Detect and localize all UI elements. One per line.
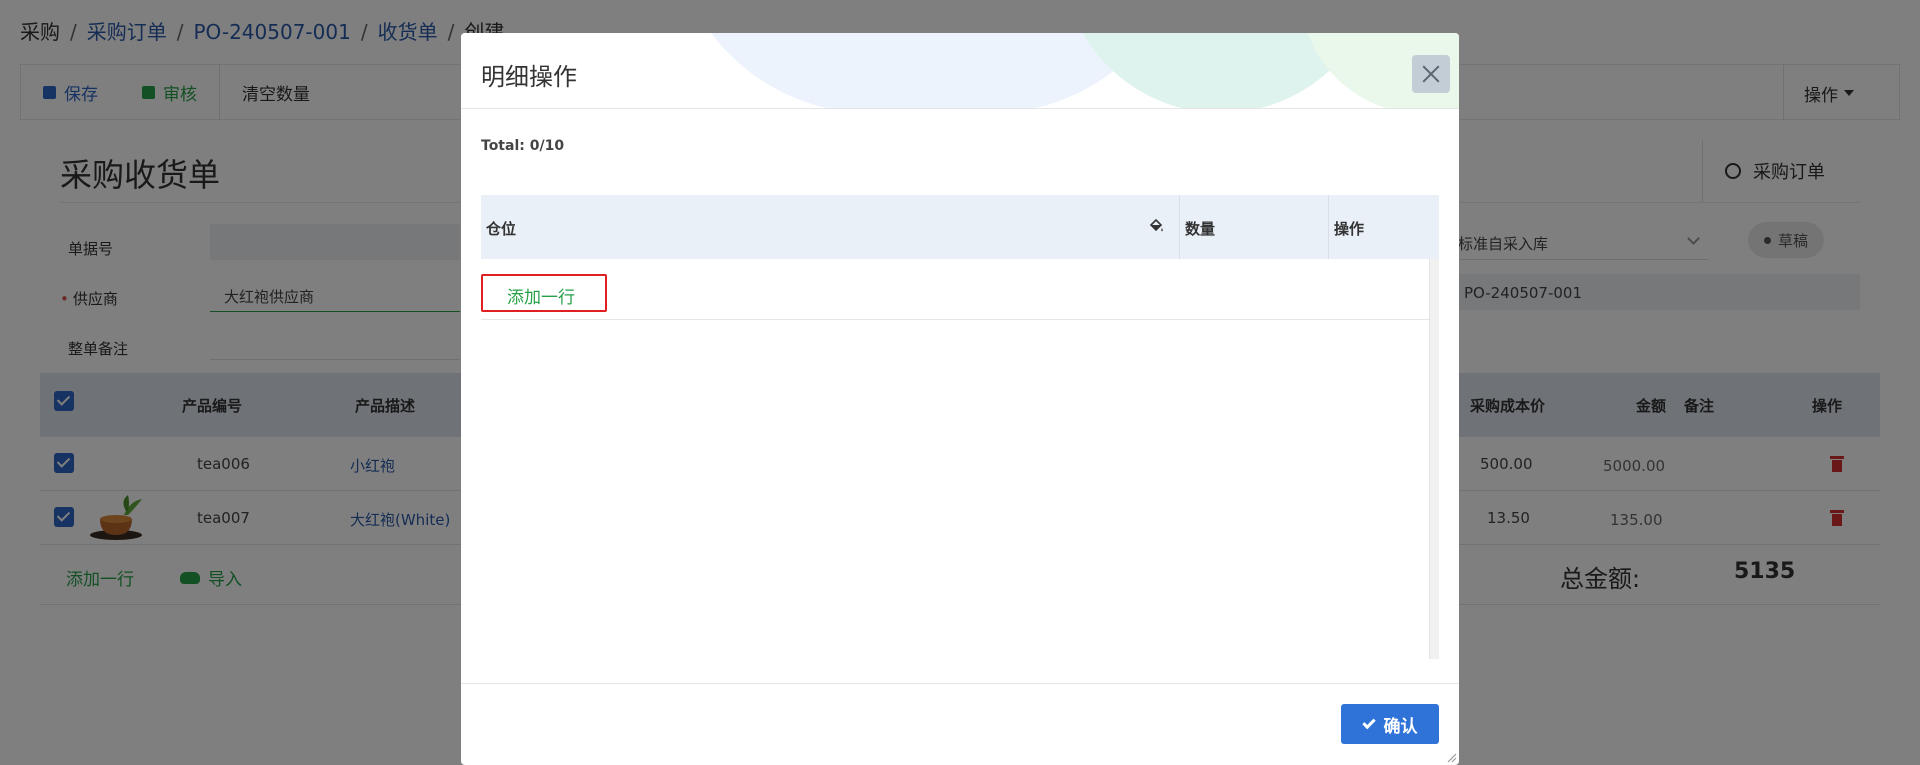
modal-footer: 确认 <box>461 683 1459 765</box>
col-action: 操作 <box>1329 195 1439 259</box>
vertical-scrollbar[interactable] <box>1429 259 1439 659</box>
paint-bucket-icon[interactable] <box>1148 218 1164 234</box>
modal-header: 明细操作 <box>461 33 1459 109</box>
total-count: Total: 0/10 <box>481 138 565 154</box>
col-location-label: 仓位 <box>486 220 517 238</box>
confirm-button[interactable]: 确认 <box>1341 704 1439 744</box>
confirm-label: 确认 <box>1383 716 1418 737</box>
check-icon <box>1361 715 1376 729</box>
resize-handle-icon[interactable] <box>1445 751 1457 763</box>
detail-operation-modal: 明细操作 Total: 0/10 仓位 数量 操作 添加一行 确认 <box>461 33 1459 765</box>
location-table: 仓位 数量 操作 添加一行 <box>481 195 1439 697</box>
modal-title: 明细操作 <box>481 63 577 91</box>
col-location[interactable]: 仓位 <box>481 195 1180 259</box>
close-icon[interactable] <box>1412 55 1450 93</box>
row-divider <box>481 319 1429 320</box>
location-table-header: 仓位 数量 操作 <box>481 195 1439 259</box>
col-action-label: 操作 <box>1334 220 1365 238</box>
add-row-button[interactable]: 添加一行 <box>481 274 607 312</box>
col-quantity[interactable]: 数量 <box>1180 195 1329 259</box>
location-table-body: 添加一行 <box>481 259 1429 669</box>
col-quantity-label: 数量 <box>1185 220 1216 238</box>
